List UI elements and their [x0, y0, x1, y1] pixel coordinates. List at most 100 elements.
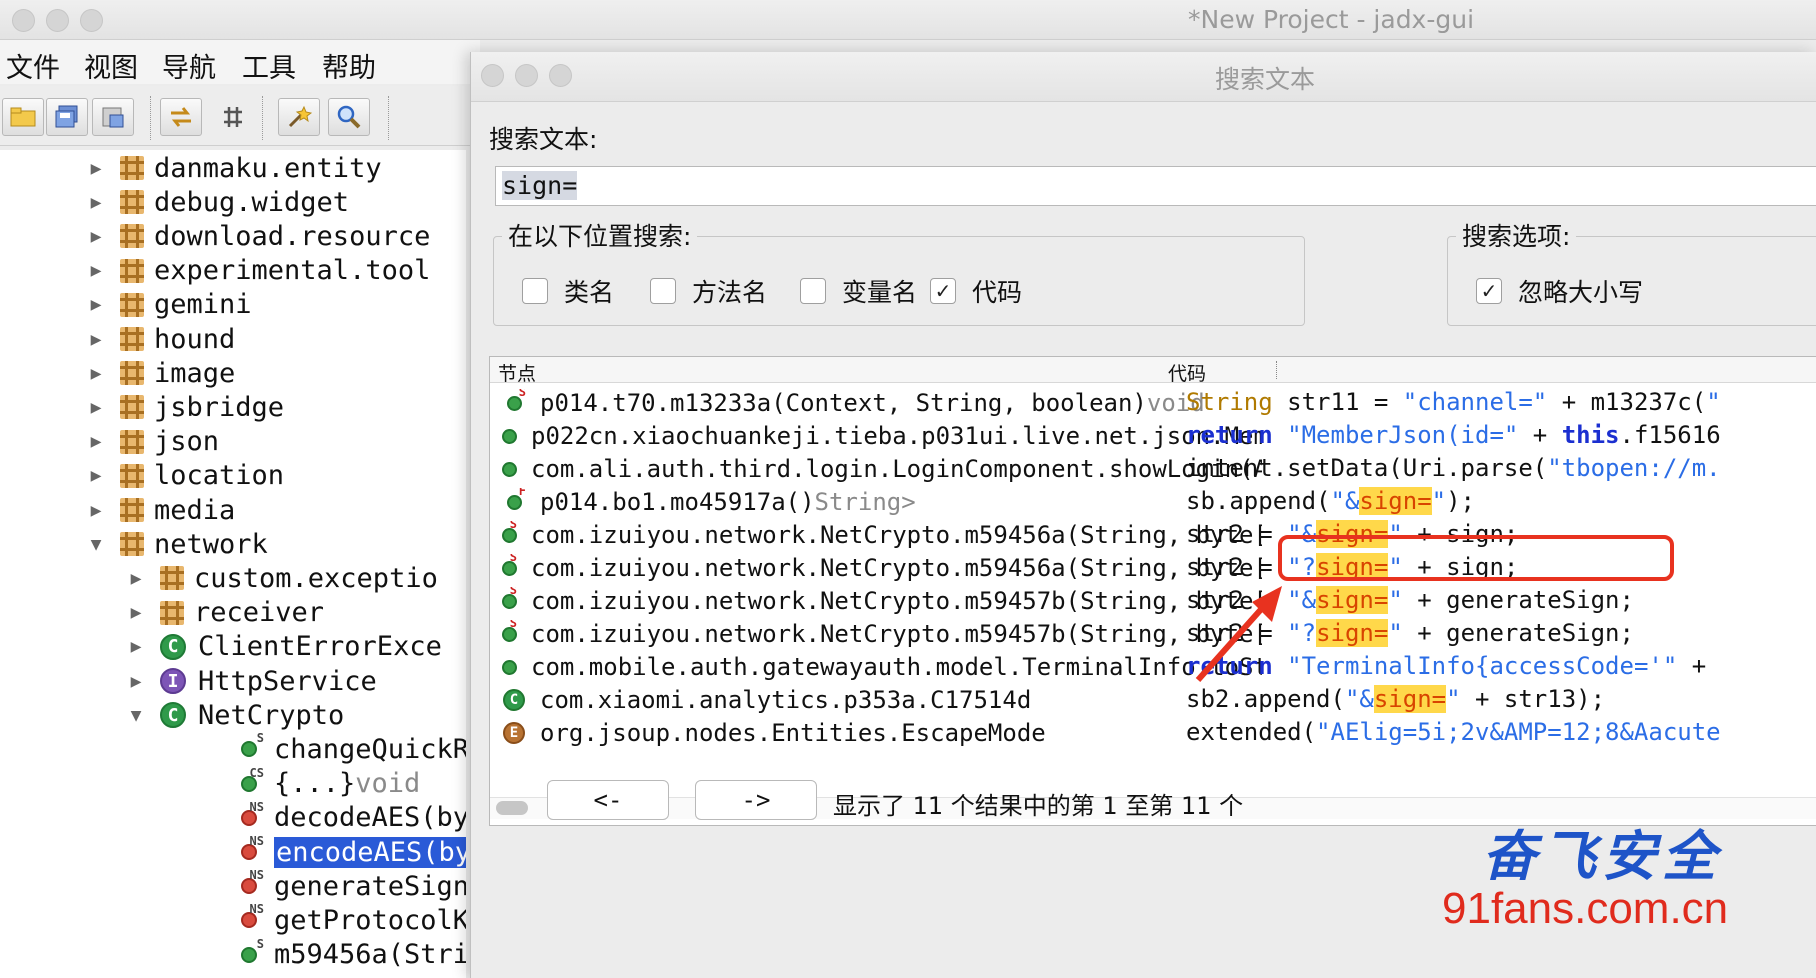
tree-item[interactable]: ▶ danmaku.entity	[84, 151, 382, 185]
tree-item[interactable]: ▶ gemini	[84, 288, 252, 322]
expand-arrow-icon[interactable]: ▶	[84, 294, 108, 315]
expand-arrow-icon[interactable]: ▶	[84, 158, 108, 179]
method-modifier-badge: NS	[249, 799, 264, 814]
checkbox-variable-name[interactable]: 变量名	[800, 273, 917, 309]
expand-arrow-icon[interactable]: ▶	[84, 431, 108, 452]
expand-arrow-icon[interactable]: ▶	[84, 226, 108, 247]
tree-item[interactable]: ▶ media	[84, 493, 236, 527]
checkbox-ignore-case[interactable]: ✓ 忽略大小写	[1476, 273, 1643, 309]
result-row[interactable]: p022cn.xiaochuankeji.tieba.p031ui.live.n…	[490, 420, 1816, 453]
menu-tools[interactable]: 工具	[242, 46, 296, 85]
result-row[interactable]: Ccom.xiaomi.analytics.p353a.C17514d sb2.a…	[490, 684, 1816, 717]
close-window-button[interactable]	[12, 9, 35, 32]
save-all-icon[interactable]	[46, 98, 88, 136]
search-match-highlight: sign=	[1359, 487, 1432, 515]
checkbox-box[interactable]	[522, 278, 548, 304]
export-icon[interactable]	[92, 98, 134, 136]
collapse-arrow-icon[interactable]: ▼	[124, 705, 148, 726]
tree-item[interactable]: ▶ receiver	[124, 596, 324, 630]
project-tree: ▶ danmaku.entity ▶ debug.widget ▶ download.re…	[0, 150, 466, 978]
expand-arrow-icon[interactable]: ▶	[84, 363, 108, 384]
flatten-icon[interactable]	[212, 98, 254, 136]
checkbox-method-name[interactable]: 方法名	[650, 273, 767, 309]
tree-item[interactable]: NS encodeAES(by	[236, 834, 466, 869]
tree-item[interactable]: ▶ location	[84, 459, 284, 493]
column-header-node[interactable]: 节点	[498, 359, 536, 386]
column-divider[interactable]	[1276, 361, 1277, 379]
prev-results-button[interactable]: <-	[547, 780, 669, 820]
tree-item-label: getProtocolK	[274, 904, 466, 936]
checkbox-box-checked[interactable]: ✓	[930, 278, 956, 304]
result-row[interactable]: Eorg.jsoup.nodes.Entities.EscapeMode exte…	[490, 717, 1816, 750]
tree-item[interactable]: NS generateSign	[236, 868, 466, 903]
expand-arrow-icon[interactable]: ▶	[84, 500, 108, 521]
tree-item[interactable]: ▶ custom.exceptio	[124, 561, 438, 595]
checkbox-box[interactable]	[800, 278, 826, 304]
code-token: + generateSign;	[1402, 586, 1634, 614]
tree-item[interactable]: ▶ download.resource	[84, 219, 431, 253]
search-input[interactable]: sign=	[495, 166, 1816, 206]
result-row[interactable]: Fp014.bo1.mo45917a() String> sb.append("&…	[490, 486, 1816, 519]
menu-view[interactable]: 视图	[84, 46, 138, 85]
package-icon	[120, 292, 144, 317]
tree-item[interactable]: ▼ network	[84, 527, 268, 561]
zoom-window-button[interactable]	[80, 9, 103, 32]
tree-item[interactable]: Sm59456a(Stri	[236, 937, 466, 972]
checkbox-class-name[interactable]: 类名	[522, 273, 614, 309]
expand-arrow-icon[interactable]: ▶	[124, 602, 148, 623]
expand-arrow-icon[interactable]: ▶	[84, 192, 108, 213]
result-node-text: org.jsoup.nodes.Entities.EscapeMode	[540, 719, 1046, 747]
dialog-zoom-button[interactable]	[549, 64, 572, 87]
expand-arrow-icon[interactable]: ▶	[84, 329, 108, 350]
dialog-close-button[interactable]	[481, 64, 504, 87]
tree-item[interactable]: ▶ debug.widget	[84, 185, 350, 219]
tree-item[interactable]: ▶ json	[84, 425, 219, 459]
method-static-icon: S	[502, 620, 517, 646]
tree-item[interactable]: ▶ jsbridge	[84, 390, 284, 424]
checkbox-box[interactable]	[650, 278, 676, 304]
tree-item[interactable]: CS {...} void	[236, 766, 420, 801]
expand-arrow-icon[interactable]: ▶	[124, 568, 148, 589]
tree-item[interactable]: ▶ experimental.tool	[84, 254, 431, 288]
code-token: "MemberJson(id="	[1287, 421, 1519, 449]
minimize-window-button[interactable]	[46, 9, 69, 32]
decompile-icon[interactable]	[278, 98, 320, 136]
checkbox-box-checked[interactable]: ✓	[1476, 278, 1502, 304]
tree-item[interactable]: ▶ image	[84, 356, 236, 390]
tree-item-label: network	[154, 528, 268, 560]
tree-item[interactable]: SchangeQuickR	[236, 731, 466, 766]
result-row[interactable]: com.ali.auth.third.login.LoginComponent.…	[490, 453, 1816, 486]
collapse-arrow-icon[interactable]: ▼	[84, 534, 108, 555]
tree-item[interactable]: ▶ hound	[84, 322, 236, 356]
expand-arrow-icon[interactable]: ▶	[84, 465, 108, 486]
method-icon	[502, 457, 517, 481]
code-token: );	[1446, 487, 1476, 515]
method-static-icon: S	[502, 521, 517, 547]
result-row[interactable]: com.mobile.auth.gatewayauth.model.Termin…	[490, 651, 1816, 684]
menu-navigation[interactable]: 导航	[162, 46, 216, 85]
next-results-button[interactable]: ->	[695, 780, 817, 820]
menu-help[interactable]: 帮助	[322, 46, 376, 85]
checkbox-code[interactable]: ✓ 代码	[930, 273, 1022, 309]
tree-item[interactable]: ▶ C ClientErrorExce	[124, 630, 442, 664]
menu-file[interactable]: 文件	[6, 46, 60, 85]
result-row[interactable]: Sp014.t70.m13233a(Context, String, boole…	[490, 387, 1816, 420]
open-folder-icon[interactable]	[2, 98, 44, 136]
toolbar-separator	[150, 96, 151, 140]
expand-arrow-icon[interactable]: ▶	[84, 397, 108, 418]
tree-item[interactable]: ▼ C NetCrypto	[124, 698, 345, 732]
code-token: this	[1561, 421, 1620, 449]
scrollbar-thumb[interactable]	[496, 801, 528, 815]
tree-item[interactable]: NS getProtocolK	[236, 902, 466, 937]
result-row[interactable]: Scom.izuiyou.network.NetCrypto.m59457b(S…	[490, 585, 1816, 618]
dialog-minimize-button[interactable]	[515, 64, 538, 87]
tree-item[interactable]: ▶ I HttpService	[124, 664, 377, 698]
result-row[interactable]: Scom.izuiyou.network.NetCrypto.m59457b(S…	[490, 618, 1816, 651]
search-icon[interactable]	[328, 98, 370, 136]
expand-arrow-icon[interactable]: ▶	[84, 260, 108, 281]
column-header-code[interactable]: 代码	[1168, 359, 1206, 386]
sync-icon[interactable]	[160, 98, 202, 136]
expand-arrow-icon[interactable]: ▶	[124, 671, 148, 692]
expand-arrow-icon[interactable]: ▶	[124, 636, 148, 657]
tree-item[interactable]: NS decodeAES(by	[236, 799, 466, 835]
